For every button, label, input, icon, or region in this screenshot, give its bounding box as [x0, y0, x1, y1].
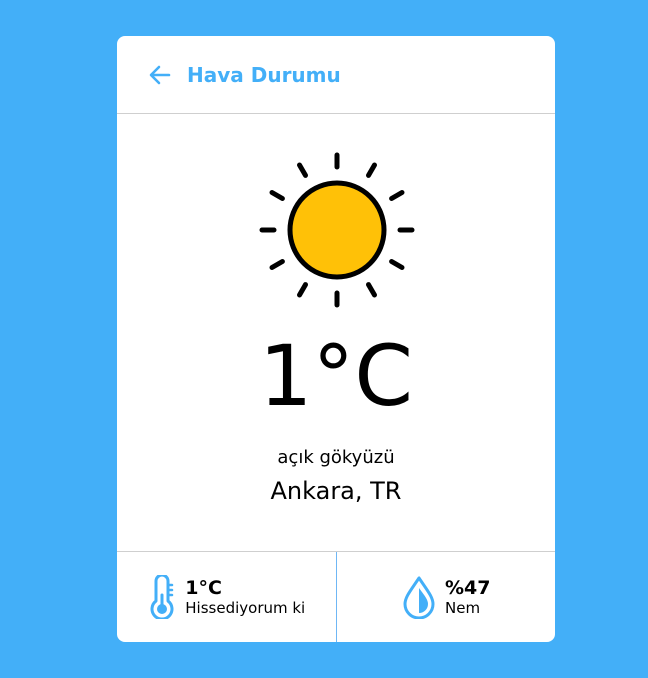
- droplet-icon: [403, 576, 435, 619]
- feels-like-value: 1°C: [185, 576, 222, 599]
- weather-description: açık gökyüzü: [277, 447, 395, 468]
- location: Ankara, TR: [270, 477, 402, 505]
- temperature: 1°C: [258, 327, 414, 425]
- humidity-label: Nem: [445, 599, 481, 618]
- details-footer: 1°C Hissediyorum ki %47 Nem: [117, 551, 555, 642]
- thermometer-icon: [150, 575, 174, 619]
- arrow-left-icon: [149, 65, 171, 84]
- humidity-cell: %47 Nem: [335, 552, 556, 642]
- feels-like-cell: 1°C Hissediyorum ki: [117, 552, 336, 642]
- back-button[interactable]: [147, 62, 173, 88]
- page-title: Hava Durumu: [187, 62, 341, 87]
- weather-card: Hava Durumu 1°C açık gökyüzü Ankara, TR: [117, 36, 555, 642]
- sun-icon: [259, 152, 415, 308]
- header: Hava Durumu: [117, 36, 555, 114]
- humidity-value: %47: [445, 576, 491, 599]
- feels-like-label: Hissediyorum ki: [185, 599, 306, 618]
